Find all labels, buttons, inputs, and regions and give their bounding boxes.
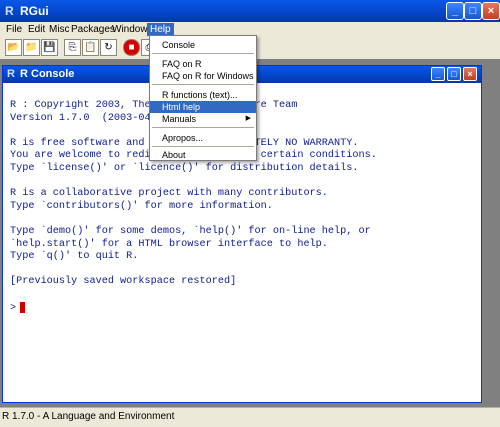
open-script-icon[interactable]: 📂 (5, 39, 22, 56)
maximize-icon[interactable]: □ (464, 2, 482, 20)
copy-icon[interactable]: ⎘ (64, 39, 81, 56)
app-title: RGui (20, 4, 49, 18)
help-faq-r[interactable]: FAQ on R (150, 58, 256, 70)
console-title: R Console (20, 68, 75, 80)
menu-separator (152, 127, 254, 128)
help-r-functions[interactable]: R functions (text)... (150, 89, 256, 101)
help-html-help[interactable]: Html help (150, 101, 256, 113)
console-minimize-icon[interactable]: _ (431, 67, 445, 81)
console-prompt: > (10, 302, 17, 314)
menu-file[interactable]: File (3, 23, 25, 36)
minimize-icon[interactable]: _ (446, 2, 464, 20)
console-line: Type `contributors()' for more informati… (10, 200, 273, 212)
console-prompt-row[interactable]: > (10, 301, 470, 315)
console-line: R is a collaborative project with many c… (10, 188, 328, 200)
console-close-icon[interactable]: × (463, 67, 477, 81)
menu-separator (152, 84, 254, 85)
load-workspace-icon[interactable]: 📁 (23, 39, 40, 56)
console-line: Type `q()' to quit R. (10, 251, 139, 263)
console-line: Type `license()' or `licence()' for dist… (10, 162, 359, 174)
save-icon[interactable]: 💾 (41, 39, 58, 56)
paste-icon[interactable]: 📋 (82, 39, 99, 56)
console-line: Type `demo()' for some demos, `help()' f… (10, 225, 371, 237)
statusbar: R 1.7.0 - A Language and Environment (0, 407, 500, 427)
text-cursor (20, 301, 26, 313)
close-icon[interactable]: × (482, 2, 500, 20)
console-line: `help.start()' for a HTML browser interf… (10, 238, 328, 250)
help-about[interactable]: About (150, 149, 256, 161)
help-apropos[interactable]: Apropos... (150, 132, 256, 144)
app-titlebar[interactable]: R RGui _ □ × (0, 0, 500, 22)
menu-separator (152, 53, 254, 54)
console-maximize-icon[interactable]: □ (447, 67, 461, 81)
help-manuals-label: Manuals (162, 114, 197, 124)
r-logo-icon: R (5, 4, 14, 18)
help-manuals[interactable]: Manuals ▶ (150, 113, 256, 125)
help-menu-dropdown: Console FAQ on R FAQ on R for Windows R … (149, 35, 257, 161)
console-line: [Previously saved workspace restored] (10, 276, 237, 288)
help-faq-windows[interactable]: FAQ on R for Windows (150, 70, 256, 82)
menu-edit[interactable]: Edit (25, 23, 48, 36)
refresh-icon[interactable]: ↻ (100, 39, 117, 56)
r-logo-icon: R (7, 68, 15, 80)
status-text: R 1.7.0 - A Language and Environment (2, 411, 175, 422)
submenu-arrow-icon: ▶ (245, 115, 251, 122)
stop-icon[interactable]: ■ (123, 39, 140, 56)
menu-separator (152, 146, 254, 147)
help-console[interactable]: Console (150, 39, 256, 51)
